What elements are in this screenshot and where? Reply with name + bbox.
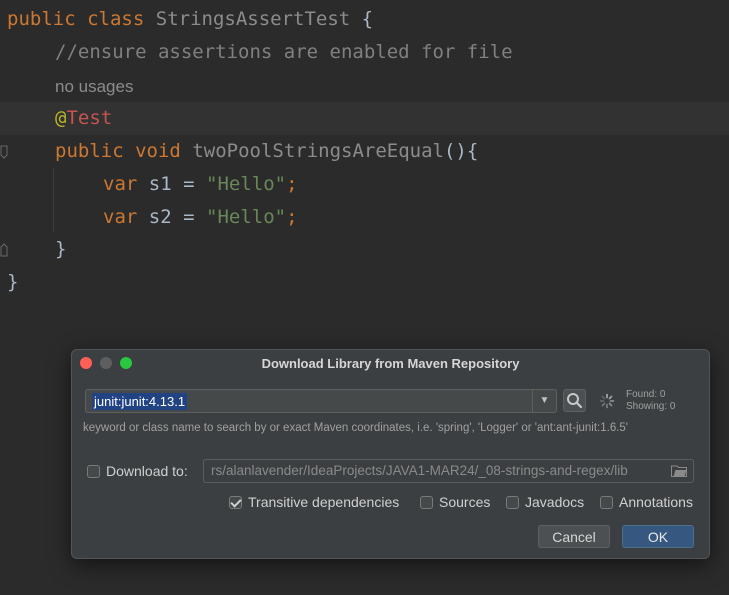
keyword-public: public [7,8,76,30]
maven-download-dialog: Download Library from Maven Repository j… [71,349,710,559]
search-combobox[interactable]: junit:junit:4.13.1 ▼ [85,389,557,413]
code-line-method-declaration[interactable]: public void twoPoolStringsAreEqual(){ [0,135,729,168]
dialog-title: Download Library from Maven Repository [261,356,520,371]
code-line-class-close[interactable]: } [0,266,729,299]
showing-count: Showing: 0 [626,401,676,412]
transitive-dependencies-checkbox[interactable] [229,496,242,509]
download-path-input[interactable]: rs/alanlavender/IdeaProjects/JAVA1-MAR24… [211,460,667,482]
javadocs-label[interactable]: Javadocs [525,494,584,510]
results-count: Found: 0 Showing: 0 [626,389,675,413]
code-line-usages-hint: no usages [0,70,729,103]
keyword-var: var [103,173,138,195]
keyword-class: class [87,8,145,30]
operator-equals: = [183,206,195,228]
search-hint: keyword or class name to search by or ex… [83,422,629,434]
method-name: twoPoolStringsAreEqual [192,140,444,162]
code-line-var-s1[interactable]: var s1 = "Hello"; [0,168,729,201]
code-line-class-declaration[interactable]: public class StringsAssertTest { [0,3,729,36]
keyword-var: var [103,206,138,228]
semicolon: ; [286,173,298,195]
cancel-button[interactable]: Cancel [538,525,610,548]
search-button[interactable] [563,389,586,412]
download-to-checkbox[interactable] [87,465,100,478]
code-line-var-s2[interactable]: var s2 = "Hello"; [0,201,729,234]
search-input[interactable]: junit:junit:4.13.1 [92,393,188,410]
fold-marker-icon[interactable] [0,243,8,257]
keyword-void: void [135,140,181,162]
semicolon: ; [286,206,298,228]
variable-name: s2 [148,206,172,228]
keyword-public: public [55,140,124,162]
annotations-label[interactable]: Annotations [619,494,693,510]
download-to-label[interactable]: Download to: [106,463,188,479]
usages-hint[interactable]: no usages [55,70,133,103]
class-name: StringsAssertTest [155,8,351,30]
ok-button[interactable]: OK [622,525,694,548]
loading-spinner-icon [599,393,615,409]
sources-label[interactable]: Sources [439,494,490,510]
code-line-method-close[interactable]: } [0,233,729,266]
method-params: (){ [443,140,479,162]
code-line-annotation[interactable]: @Test [0,102,729,135]
code-line-comment[interactable]: //ensure assertions are enabled for file [0,36,729,69]
class-open-brace: { [361,8,374,30]
fold-marker-icon[interactable] [0,145,8,159]
found-count: Found: 0 [626,389,666,400]
operator-equals: = [183,173,195,195]
class-close-brace: } [7,271,19,293]
annotation-at: @ [55,107,67,129]
string-literal: "Hello" [206,206,287,228]
string-literal: "Hello" [206,173,287,195]
comment-text: //ensure assertions are enabled for file [55,41,513,63]
dropdown-arrow-icon[interactable]: ▼ [532,390,556,412]
sources-checkbox[interactable] [420,496,433,509]
javadocs-checkbox[interactable] [506,496,519,509]
search-icon [567,393,583,409]
download-path-field[interactable]: rs/alanlavender/IdeaProjects/JAVA1-MAR24… [203,459,694,483]
method-close-brace: } [55,238,67,260]
folder-icon[interactable] [671,465,687,477]
annotations-checkbox[interactable] [600,496,613,509]
annotation-name: Test [66,107,113,129]
transitive-dependencies-label[interactable]: Transitive dependencies [248,494,399,510]
variable-name: s1 [148,173,172,195]
dialog-titlebar[interactable]: Download Library from Maven Repository [72,350,709,378]
